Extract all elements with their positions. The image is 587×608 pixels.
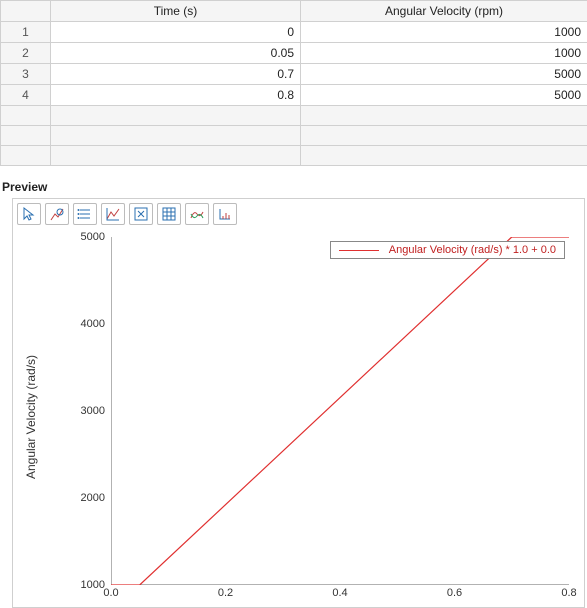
cell-empty[interactable]: [301, 146, 587, 166]
table-row[interactable]: 40.85000: [1, 85, 587, 106]
multi-line-icon[interactable]: [185, 203, 209, 225]
cell-av[interactable]: 5000: [301, 85, 587, 106]
y-tick-label: 4000: [81, 318, 105, 330]
zoom-fit-icon[interactable]: [129, 203, 153, 225]
plot-wrap: Angular Velocity (rad/s) Angular Velocit…: [13, 227, 584, 607]
table-row[interactable]: 30.75000: [1, 64, 587, 85]
cell-time[interactable]: 0: [51, 22, 301, 43]
table-row-empty[interactable]: [1, 126, 587, 146]
cell-av[interactable]: 1000: [301, 43, 587, 64]
cell-time[interactable]: 0.8: [51, 85, 301, 106]
preview-section-title: Preview: [2, 180, 587, 194]
cell-time[interactable]: 0.7: [51, 64, 301, 85]
cell-av[interactable]: 1000: [301, 22, 587, 43]
table-row[interactable]: 101000: [1, 22, 587, 43]
cell-empty[interactable]: [301, 126, 587, 146]
x-tick-label: 0.0: [103, 587, 118, 599]
table-corner[interactable]: [1, 1, 51, 22]
cell-empty[interactable]: [51, 126, 301, 146]
y-tick-label: 3000: [81, 405, 105, 417]
cell-av[interactable]: 5000: [301, 64, 587, 85]
x-tick-label: 0.4: [332, 587, 347, 599]
row-number[interactable]: 2: [1, 43, 51, 64]
row-number-empty[interactable]: [1, 126, 51, 146]
y-axis-label: Angular Velocity (rad/s): [24, 355, 38, 479]
cell-empty[interactable]: [301, 106, 587, 126]
row-number[interactable]: 1: [1, 22, 51, 43]
legend-swatch: [339, 250, 379, 251]
row-number-empty[interactable]: [1, 106, 51, 126]
y-tick-label: 5000: [81, 231, 105, 243]
axes-config-icon[interactable]: [213, 203, 237, 225]
data-table[interactable]: Time (s) Angular Velocity (rpm) 10100020…: [0, 0, 587, 166]
col-header-av[interactable]: Angular Velocity (rpm): [301, 1, 587, 22]
col-header-time[interactable]: Time (s): [51, 1, 301, 22]
x-tick-label: 0.6: [447, 587, 462, 599]
y-tick-label: 2000: [81, 492, 105, 504]
pointer-icon[interactable]: [17, 203, 41, 225]
x-tick-label: 0.2: [218, 587, 233, 599]
line-plot-icon[interactable]: [101, 203, 125, 225]
zoom-mode-icon[interactable]: [45, 203, 69, 225]
cell-time[interactable]: 0.05: [51, 43, 301, 64]
legend: Angular Velocity (rad/s) * 1.0 + 0.0: [330, 241, 565, 259]
table-row[interactable]: 20.051000: [1, 43, 587, 64]
series-line: [111, 237, 569, 585]
legend-label: Angular Velocity (rad/s) * 1.0 + 0.0: [389, 244, 556, 256]
grid-icon[interactable]: [157, 203, 181, 225]
chart-panel: Angular Velocity (rad/s) Angular Velocit…: [12, 198, 585, 608]
list-icon[interactable]: [73, 203, 97, 225]
x-tick-label: 0.8: [561, 587, 576, 599]
plot-area[interactable]: Angular Velocity (rad/s) * 1.0 + 0.0 100…: [111, 237, 569, 585]
cell-empty[interactable]: [51, 146, 301, 166]
row-number-empty[interactable]: [1, 146, 51, 166]
row-number[interactable]: 4: [1, 85, 51, 106]
chart-toolbar: [13, 199, 584, 227]
table-row-empty[interactable]: [1, 146, 587, 166]
row-number[interactable]: 3: [1, 64, 51, 85]
plot-svg: [111, 237, 569, 585]
cell-empty[interactable]: [51, 106, 301, 126]
y-tick-label: 1000: [81, 579, 105, 591]
table-row-empty[interactable]: [1, 106, 587, 126]
